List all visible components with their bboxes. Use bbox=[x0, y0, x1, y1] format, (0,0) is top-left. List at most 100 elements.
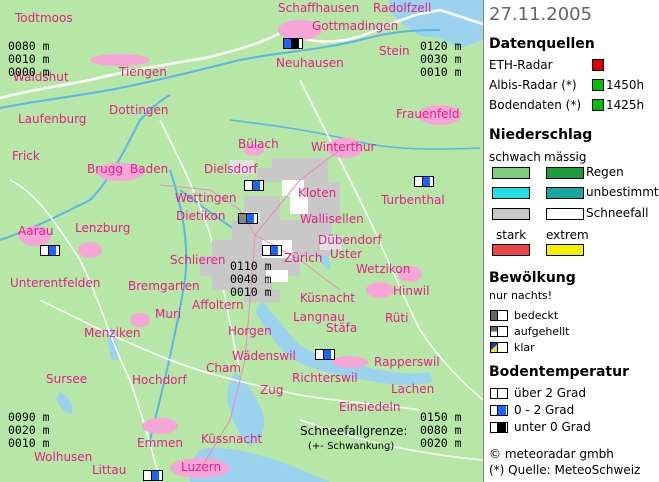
readout-sw: 0090 m 0020 m 0010 m bbox=[8, 410, 50, 450]
town-label: Hochdorf bbox=[132, 373, 187, 387]
source-label-eth: ETH-Radar bbox=[489, 58, 553, 72]
town-label: Wettingen bbox=[175, 191, 237, 205]
source-color-eth bbox=[592, 59, 604, 71]
clear-sky-label: klar bbox=[514, 341, 535, 354]
town-label: Cham bbox=[206, 361, 242, 375]
town-label: Winterthur bbox=[311, 140, 376, 154]
lake-sempach bbox=[56, 392, 73, 414]
precip-extreme-swatch bbox=[546, 244, 584, 256]
town-label: Affoltern bbox=[192, 298, 244, 312]
precip-undefined-label: unbestimmt bbox=[586, 185, 659, 199]
precip-header-weak: schwach bbox=[489, 150, 541, 164]
legend-panel: 27.11.2005 Datenquellen ETH-Radar Albis-… bbox=[483, 0, 659, 482]
station-zurich[interactable] bbox=[262, 245, 282, 256]
town-label: Schaffhausen bbox=[278, 1, 360, 15]
precip-snow-weak bbox=[492, 208, 530, 220]
cloud-sub: nur nachts! bbox=[489, 289, 553, 302]
precip-header-strong: stark bbox=[496, 228, 527, 242]
precip-header-extreme: extrem bbox=[546, 228, 589, 242]
source-note: (*) Quelle: MeteoSchweiz bbox=[489, 463, 641, 477]
town-label: Rüti bbox=[385, 311, 409, 325]
map-base bbox=[0, 0, 483, 482]
town-label: Neuhausen bbox=[276, 56, 344, 70]
clear-sky-icon bbox=[490, 342, 508, 353]
ground-above2-label: über 2 Grad bbox=[514, 386, 587, 400]
town-label: Bülach bbox=[238, 137, 279, 151]
ground-above2-icon bbox=[490, 388, 508, 399]
town-label: Frick bbox=[12, 149, 40, 163]
town-label: Uster bbox=[330, 247, 363, 261]
town-label: Dietikon bbox=[176, 209, 226, 223]
precip-rain-moderate bbox=[546, 167, 584, 179]
town-label: Aarau bbox=[18, 224, 54, 238]
town-label: Baden bbox=[130, 162, 169, 176]
town-label: Wallisellen bbox=[300, 212, 364, 226]
station-neuhausen[interactable] bbox=[283, 38, 303, 49]
source-color-albis bbox=[592, 79, 604, 91]
precip-snow-label: Schneefall bbox=[586, 206, 649, 220]
town-label: Zug bbox=[260, 383, 284, 397]
town-label: Emmen bbox=[137, 436, 183, 450]
source-color-boden bbox=[592, 99, 604, 111]
readout-se: 0150 m 0080 m 0020 m bbox=[420, 410, 462, 450]
ground-below0-label: unter 0 Grad bbox=[514, 420, 591, 434]
readout-center: 0110 m 0040 m 0010 m bbox=[230, 259, 272, 299]
source-label-boden: Bodendaten (*) bbox=[489, 98, 582, 112]
sources-title: Datenquellen bbox=[489, 36, 595, 52]
station-baden[interactable] bbox=[244, 180, 264, 191]
station-littau[interactable] bbox=[143, 470, 163, 481]
station-aarau[interactable] bbox=[40, 245, 60, 256]
station-dietikon[interactable] bbox=[238, 213, 258, 224]
town-label: Frauenfeld bbox=[396, 107, 460, 121]
town-label: Stäfa bbox=[326, 321, 358, 335]
town-label: Bremgarten bbox=[128, 279, 200, 293]
precip-header-moderate: mässig bbox=[544, 150, 587, 164]
date-label: 27.11.2005 bbox=[489, 4, 593, 25]
station-waedenswil[interactable] bbox=[315, 349, 335, 360]
town-label: Wädenswil bbox=[232, 349, 296, 363]
town-label: Dielsdorf bbox=[204, 162, 258, 176]
town-label: Hinwil bbox=[393, 284, 430, 298]
source-time-albis: 1450h bbox=[606, 78, 645, 92]
town-label: Brugg bbox=[87, 162, 124, 176]
town-label: Küssnacht bbox=[201, 432, 263, 446]
town-label: Dottingen bbox=[109, 103, 169, 117]
town-label: Kloten bbox=[298, 186, 337, 200]
map-panel[interactable]: Todtmoos Schaffhausen Radolfzell Gottmading… bbox=[0, 0, 483, 482]
town-label: Lachen bbox=[391, 382, 435, 396]
ground-title: Bodentemperatur bbox=[489, 364, 629, 380]
source-time-boden: 1425h bbox=[606, 98, 645, 112]
precip-undefined-weak bbox=[492, 187, 530, 199]
snowline-sub: (+- Schwankung) bbox=[308, 441, 395, 452]
town-label: Lenzburg bbox=[75, 221, 131, 235]
town-label: Richterswil bbox=[292, 371, 358, 385]
cloud-overcast-label: bedeckt bbox=[514, 309, 559, 322]
station-turbenthal[interactable] bbox=[414, 176, 434, 187]
snowline-label: Schneefallgrenze: bbox=[300, 424, 408, 438]
town-label: Gottmadingen bbox=[312, 19, 399, 33]
cloud-partial-icon bbox=[490, 326, 508, 337]
precip-rain-label: Regen bbox=[586, 165, 624, 179]
town-label: Wetzikon bbox=[356, 262, 411, 276]
town-label: Littau bbox=[92, 463, 127, 477]
precip-strong-swatch bbox=[492, 244, 530, 256]
cloud-overcast-icon bbox=[490, 310, 508, 321]
cloud-partial-label: aufgehellt bbox=[514, 325, 570, 338]
town-label: Horgen bbox=[228, 324, 272, 338]
source-label-albis: Albis-Radar (*) bbox=[489, 78, 577, 92]
town-label: Zürich bbox=[284, 251, 323, 265]
town-label: Turbenthal bbox=[381, 193, 445, 207]
town-label: Luzern bbox=[181, 460, 222, 474]
town-label: Sursee bbox=[46, 372, 88, 386]
readout-nw: 0080 m 0010 m 0000 m bbox=[8, 39, 50, 79]
town-label: Muri bbox=[155, 307, 182, 321]
town-label: Tiengen bbox=[119, 65, 167, 79]
town-label: Radolfzell bbox=[373, 1, 432, 15]
readout-ne: 0120 m 0030 m 0010 m bbox=[420, 39, 462, 79]
copyright: © meteoradar gmbh bbox=[489, 447, 614, 461]
ground-0to2-label: 0 - 2 Grad bbox=[514, 403, 575, 417]
town-label: Menziken bbox=[84, 326, 141, 340]
town-label: Todtmoos bbox=[15, 11, 73, 25]
town-label: Stein bbox=[379, 44, 410, 58]
precip-undefined-moderate bbox=[546, 187, 584, 199]
